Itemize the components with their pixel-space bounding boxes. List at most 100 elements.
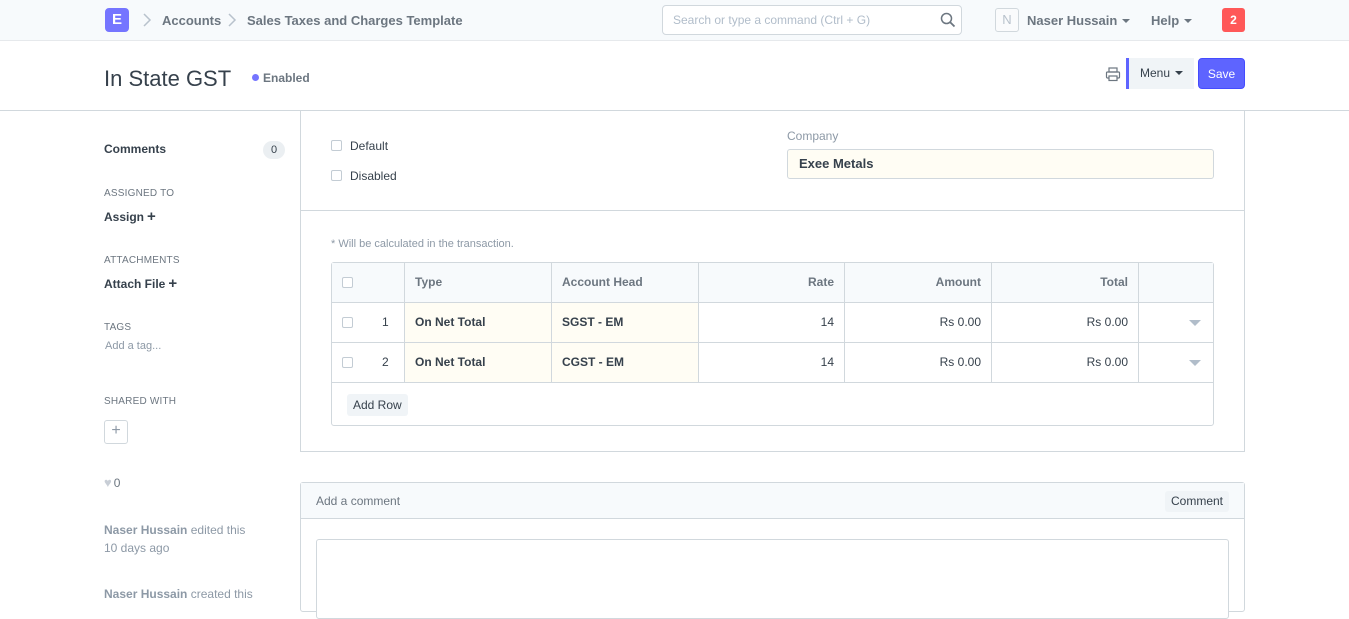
- activity-item: Naser Hussain created this: [104, 585, 253, 603]
- avatar[interactable]: N: [995, 8, 1019, 32]
- breadcrumb-accounts[interactable]: Accounts: [162, 13, 221, 28]
- column-header-total: Total: [992, 263, 1139, 302]
- cell-rate[interactable]: 14: [699, 303, 845, 342]
- cell-type[interactable]: On Net Total: [405, 303, 552, 342]
- menu-label: Menu: [1139, 66, 1171, 80]
- column-header-amount: Amount: [845, 263, 992, 302]
- table-row[interactable]: 1 On Net Total SGST - EM 14 Rs 0.00 Rs 0…: [332, 303, 1213, 343]
- awesomebar-search: [662, 5, 962, 35]
- cell-total[interactable]: Rs 0.00: [992, 303, 1139, 342]
- disabled-checkbox[interactable]: [331, 170, 342, 181]
- caret-down-icon: [1175, 70, 1184, 75]
- default-checkbox[interactable]: [331, 140, 342, 151]
- notification-badge[interactable]: 2: [1222, 8, 1245, 32]
- cell-amount[interactable]: Rs 0.00: [845, 303, 992, 342]
- add-share-button[interactable]: +: [104, 420, 128, 444]
- status-indicator: Enabled: [252, 71, 310, 85]
- form-layout: Default Disabled Company Exee Metals * W…: [300, 111, 1245, 452]
- cell-account-head[interactable]: SGST - EM: [552, 303, 699, 342]
- section-divider: [301, 210, 1244, 211]
- cell-type[interactable]: On Net Total: [405, 343, 552, 382]
- assign-label: Assign: [104, 210, 145, 224]
- caret-down-icon[interactable]: [1189, 360, 1201, 366]
- like-counter[interactable]: ♥ 0: [104, 475, 120, 490]
- caret-down-icon[interactable]: [1189, 320, 1201, 326]
- column-header-account-head: Account Head: [552, 263, 699, 302]
- comment-input[interactable]: [316, 539, 1229, 619]
- app-logo[interactable]: E: [105, 8, 129, 32]
- attach-file-button[interactable]: Attach File +: [104, 275, 177, 292]
- caret-down-icon: [1122, 18, 1131, 23]
- navbar: E Accounts Sales Taxes and Charges Templ…: [0, 0, 1349, 41]
- chevron-right-icon: [228, 13, 237, 27]
- disabled-label: Disabled: [350, 169, 397, 183]
- disabled-checkbox-row[interactable]: Disabled: [331, 169, 397, 183]
- activity-item: Naser Hussain edited this 10 days ago: [104, 521, 245, 557]
- assigned-to-label: ASSIGNED TO: [104, 188, 175, 199]
- table-header-row: Type Account Head Rate Amount Total: [332, 263, 1213, 303]
- plus-icon: +: [168, 275, 178, 292]
- shared-with-label: SHARED WITH: [104, 396, 177, 407]
- likes-count: 0: [113, 476, 121, 490]
- column-header-rate: Rate: [699, 263, 845, 302]
- row-edit-cell[interactable]: [1139, 343, 1213, 382]
- print-icon[interactable]: [1105, 66, 1121, 82]
- user-menu[interactable]: Naser Hussain: [1027, 13, 1131, 28]
- header-select-cell: [332, 263, 405, 302]
- cell-account-head[interactable]: CGST - EM: [552, 343, 699, 382]
- menu-button[interactable]: Menu: [1126, 58, 1194, 89]
- search-input[interactable]: [663, 6, 923, 34]
- add-row-button[interactable]: Add Row: [347, 394, 408, 416]
- comment-box-title: Add a comment: [316, 494, 401, 508]
- row-edit-cell[interactable]: [1139, 303, 1213, 342]
- activity-action: edited this: [190, 523, 246, 537]
- cell-total[interactable]: Rs 0.00: [992, 343, 1139, 382]
- attach-file-label: Attach File: [104, 277, 166, 291]
- save-button[interactable]: Save: [1198, 58, 1245, 89]
- row-index: 1: [382, 315, 389, 329]
- row-checkbox[interactable]: [342, 357, 353, 368]
- attachments-label: ATTACHMENTS: [104, 255, 180, 266]
- comments-count-badge: 0: [263, 141, 285, 159]
- status-label: Enabled: [263, 71, 310, 85]
- caret-down-icon: [1184, 18, 1193, 23]
- activity-user[interactable]: Naser Hussain: [104, 587, 187, 601]
- activity-time: 10 days ago: [104, 541, 170, 555]
- row-select-cell: 2: [332, 343, 405, 382]
- column-header-actions: [1139, 263, 1213, 302]
- page-title: In State GST: [104, 66, 232, 91]
- cell-rate[interactable]: 14: [699, 343, 845, 382]
- chevron-right-icon: [143, 13, 152, 27]
- user-name: Naser Hussain: [1027, 13, 1118, 28]
- plus-icon: +: [147, 208, 156, 225]
- column-header-type: Type: [405, 263, 552, 302]
- status-dot: [252, 74, 259, 81]
- search-icon[interactable]: [940, 12, 956, 28]
- tags-label: TAGS: [104, 322, 132, 333]
- select-all-checkbox[interactable]: [342, 277, 353, 288]
- activity-action: created this: [190, 587, 253, 601]
- breadcrumb-doctype[interactable]: Sales Taxes and Charges Template: [247, 13, 463, 28]
- plus-icon: +: [111, 422, 121, 439]
- company-field[interactable]: Exee Metals: [787, 149, 1214, 179]
- page-head: In State GST Enabled Menu Save: [0, 41, 1349, 111]
- default-checkbox-row[interactable]: Default: [331, 139, 388, 153]
- activity-user[interactable]: Naser Hussain: [104, 523, 187, 537]
- help-menu[interactable]: Help: [1151, 13, 1193, 28]
- comment-box: Add a comment Comment: [300, 482, 1245, 619]
- comment-button[interactable]: Comment: [1165, 491, 1230, 512]
- row-select-cell: 1: [332, 303, 405, 342]
- comments-link[interactable]: Comments: [104, 142, 166, 156]
- add-tag-link[interactable]: Add a tag...: [105, 340, 161, 352]
- row-index: 2: [382, 355, 389, 369]
- calculation-note: * Will be calculated in the transaction.: [331, 238, 514, 250]
- company-label: Company: [787, 129, 839, 143]
- cell-amount[interactable]: Rs 0.00: [845, 343, 992, 382]
- heart-icon: ♥: [104, 475, 112, 490]
- row-checkbox[interactable]: [342, 317, 353, 328]
- comment-box-header: Add a comment Comment: [301, 483, 1244, 519]
- default-label: Default: [350, 139, 389, 153]
- table-row[interactable]: 2 On Net Total CGST - EM 14 Rs 0.00 Rs 0…: [332, 343, 1213, 383]
- assign-button[interactable]: Assign +: [104, 208, 156, 225]
- help-label: Help: [1151, 13, 1180, 28]
